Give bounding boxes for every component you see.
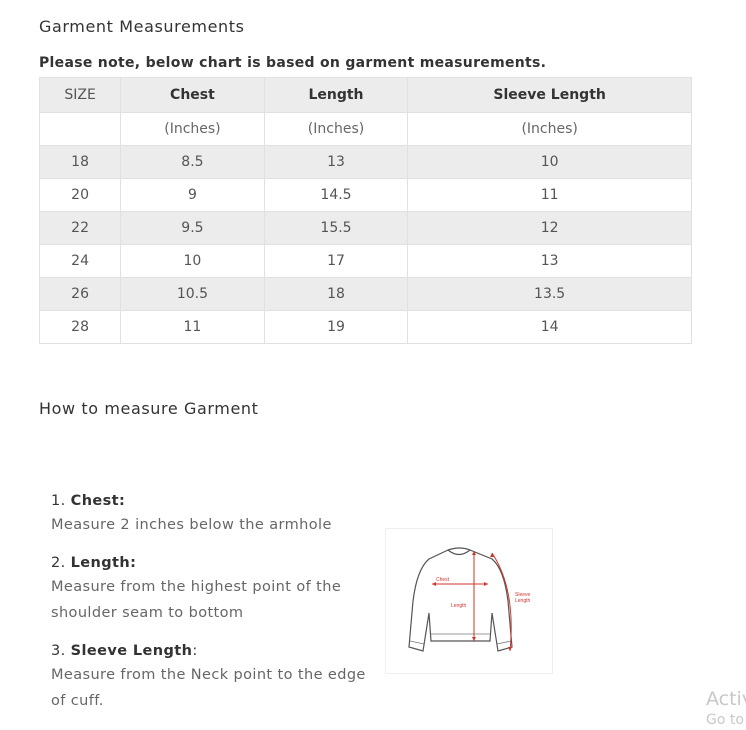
- page-title: Garment Measurements: [39, 17, 245, 36]
- sleeve-label-line2: Length: [515, 598, 531, 604]
- sleeve-arrow-head-bottom: [508, 647, 512, 651]
- unit-size: [38, 112, 122, 146]
- activate-windows-watermark: Activate Windows Go to Settings: [706, 688, 746, 728]
- size-chart-table: SIZE Chest Length Sleeve Length (Inches)…: [38, 77, 692, 344]
- table-row: 26 10.5 18 13.5: [38, 277, 692, 311]
- cell-size: 24: [38, 244, 122, 278]
- measurement-steps: 1. Chest: Measure 2 inches below the arm…: [51, 490, 371, 728]
- cell-chest: 10.5: [120, 277, 265, 311]
- header-chest: Chest: [120, 77, 265, 113]
- cell-sleeve: 14: [407, 310, 692, 344]
- cell-chest: 8.5: [120, 145, 265, 179]
- cell-length: 15.5: [263, 211, 409, 245]
- watermark-line2: Go to Settings: [706, 712, 746, 728]
- step-suffix: :: [192, 643, 198, 659]
- step-sleeve-length: 3. Sleeve Length: Measure from the Neck …: [51, 640, 371, 714]
- sweatshirt-outline: [408, 547, 513, 652]
- watermark-line1: Activate Windows: [706, 688, 746, 710]
- step-label: Sleeve Length: [70, 643, 193, 659]
- table-row: 18 8.5 13 10: [38, 145, 692, 179]
- cell-sleeve: 13: [407, 244, 692, 278]
- cell-sleeve: 10: [407, 145, 692, 179]
- header-length: Length: [263, 77, 409, 113]
- units-row: (Inches) (Inches) (Inches): [38, 112, 692, 146]
- cell-length: 13: [263, 145, 409, 179]
- header-size: SIZE: [38, 77, 122, 113]
- step-label: Chest:: [70, 493, 126, 509]
- cell-chest: 9.5: [120, 211, 265, 245]
- cell-sleeve: 11: [407, 178, 692, 212]
- table-header-row: SIZE Chest Length Sleeve Length: [38, 77, 692, 113]
- cell-chest: 9: [120, 178, 265, 212]
- cell-chest: 10: [120, 244, 265, 278]
- step-label: Length:: [70, 555, 137, 571]
- cell-size: 28: [38, 310, 122, 344]
- step-number: 3.: [51, 643, 66, 659]
- chart-note: Please note, below chart is based on gar…: [39, 55, 547, 71]
- step-length: 2. Length: Measure from the highest poin…: [51, 552, 371, 626]
- step-number: 2.: [51, 555, 66, 571]
- header-sleeve-length: Sleeve Length: [407, 77, 692, 113]
- table-row: 22 9.5 15.5 12: [38, 211, 692, 245]
- table-row: 28 11 19 14: [38, 310, 692, 344]
- unit-length: (Inches): [263, 112, 409, 146]
- cell-length: 17: [263, 244, 409, 278]
- table-row: 24 10 17 13: [38, 244, 692, 278]
- step-description: Measure from the highest point of the sh…: [51, 579, 342, 621]
- cell-length: 18: [263, 277, 409, 311]
- cell-length: 19: [263, 310, 409, 344]
- cell-chest: 11: [120, 310, 265, 344]
- unit-sleeve: (Inches): [407, 112, 692, 146]
- step-chest: 1. Chest: Measure 2 inches below the arm…: [51, 490, 371, 538]
- step-description: Measure 2 inches below the armhole: [51, 517, 332, 533]
- step-description: Measure from the Neck point to the edge …: [51, 667, 366, 709]
- table-row: 20 9 14.5 11: [38, 178, 692, 212]
- cell-size: 26: [38, 277, 122, 311]
- how-to-measure-title: How to measure Garment: [39, 399, 259, 418]
- sweatshirt-diagram: Chest Length Sleeve Length: [408, 547, 531, 652]
- length-label: Length: [451, 603, 467, 609]
- cell-size: 22: [38, 211, 122, 245]
- cell-length: 14.5: [263, 178, 409, 212]
- cell-sleeve: 12: [407, 211, 692, 245]
- chest-label: Chest: [436, 577, 450, 583]
- cell-size: 20: [38, 178, 122, 212]
- cell-size: 18: [38, 145, 122, 179]
- unit-chest: (Inches): [120, 112, 265, 146]
- step-number: 1.: [51, 493, 66, 509]
- sweatshirt-measurement-figure: Chest Length Sleeve Length: [385, 528, 553, 674]
- cell-sleeve: 13.5: [407, 277, 692, 311]
